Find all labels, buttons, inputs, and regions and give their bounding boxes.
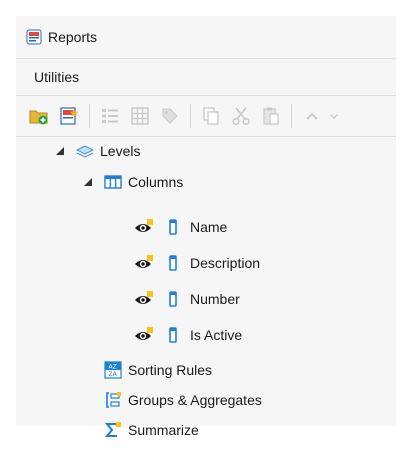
move-up-button[interactable]: [297, 101, 327, 131]
toolbar-divider: [16, 136, 396, 137]
expanded-arrow-icon[interactable]: [56, 147, 64, 155]
tree-label-sorting-rules: Sorting Rules: [128, 362, 213, 378]
eye-visible-icon[interactable]: [134, 290, 154, 308]
tree-node-field[interactable]: Is Active: [134, 322, 242, 348]
tree-node-field[interactable]: Name: [134, 214, 227, 240]
toolbar-separator: [291, 104, 292, 128]
tree-node-field[interactable]: Description: [134, 250, 260, 276]
toolbar: [16, 96, 396, 136]
eye-visible-icon[interactable]: [134, 218, 154, 236]
levels-icon: [76, 145, 94, 158]
move-down-icon: [330, 114, 338, 119]
window-title: Reports: [48, 29, 98, 45]
copy-icon: [203, 107, 219, 125]
list-button[interactable]: [95, 101, 125, 131]
tree-label-field: Description: [190, 255, 261, 271]
list-icon: [102, 109, 118, 123]
tree-label-columns: Columns: [128, 174, 184, 190]
tree-label-field: Number: [190, 291, 240, 307]
cut-button[interactable]: [226, 101, 256, 131]
svg-text:ZA: ZA: [109, 371, 118, 378]
columns-icon: [104, 175, 122, 189]
tree-label-groups-aggregates: Groups & Aggregates: [128, 392, 262, 408]
tag-icon: [162, 108, 178, 124]
toolbar-separator: [89, 104, 90, 128]
tree-node-summarize[interactable]: Summarize: [104, 417, 199, 443]
tree-node-columns[interactable]: Columns: [84, 169, 183, 195]
tree-label-field: Is Active: [190, 327, 243, 343]
table-icon: [131, 107, 149, 125]
table-button[interactable]: [125, 101, 155, 131]
tree-node-field[interactable]: Number: [134, 286, 240, 312]
reports-panel: Reports Utilities Levels Columns Name De…: [16, 16, 396, 438]
copy-button[interactable]: [196, 101, 226, 131]
expanded-arrow-icon[interactable]: [84, 178, 92, 186]
tree-label-summarize: Summarize: [128, 422, 199, 438]
tree-label-levels: Levels: [100, 143, 141, 159]
paste-icon: [263, 107, 279, 125]
tree-node-sorting-rules[interactable]: AZ ZA Sorting Rules: [104, 357, 212, 383]
cut-icon: [232, 107, 250, 126]
field-icon: [169, 255, 177, 271]
move-down-button[interactable]: [327, 101, 341, 131]
toolbar-separator: [190, 104, 191, 128]
tree-node-groups-aggregates[interactable]: Groups & Aggregates: [104, 387, 262, 413]
field-icon: [169, 327, 177, 343]
tree-node-levels[interactable]: Levels: [56, 138, 140, 164]
summarize-sigma-icon: [104, 422, 121, 437]
menu-bar: Utilities: [16, 59, 396, 95]
tree-label-field: Name: [190, 219, 228, 235]
field-icon: [169, 291, 177, 307]
move-up-icon: [306, 112, 318, 120]
title-bar: Reports: [16, 16, 396, 58]
paste-button[interactable]: [256, 101, 286, 131]
menu-utilities[interactable]: Utilities: [34, 69, 79, 85]
tag-button[interactable]: [155, 101, 185, 131]
add-folder-button[interactable]: [24, 101, 54, 131]
add-folder-icon: [29, 110, 48, 125]
svg-text:AZ: AZ: [109, 364, 117, 371]
field-icon: [169, 219, 177, 235]
eye-visible-icon[interactable]: [134, 254, 154, 272]
add-report-button[interactable]: [54, 101, 84, 131]
add-report-icon: [60, 107, 78, 125]
reports-app-icon: [26, 29, 42, 45]
eye-visible-icon[interactable]: [134, 326, 154, 344]
groups-aggregates-icon: [106, 392, 121, 408]
sorting-rules-icon: AZ ZA: [104, 361, 122, 379]
